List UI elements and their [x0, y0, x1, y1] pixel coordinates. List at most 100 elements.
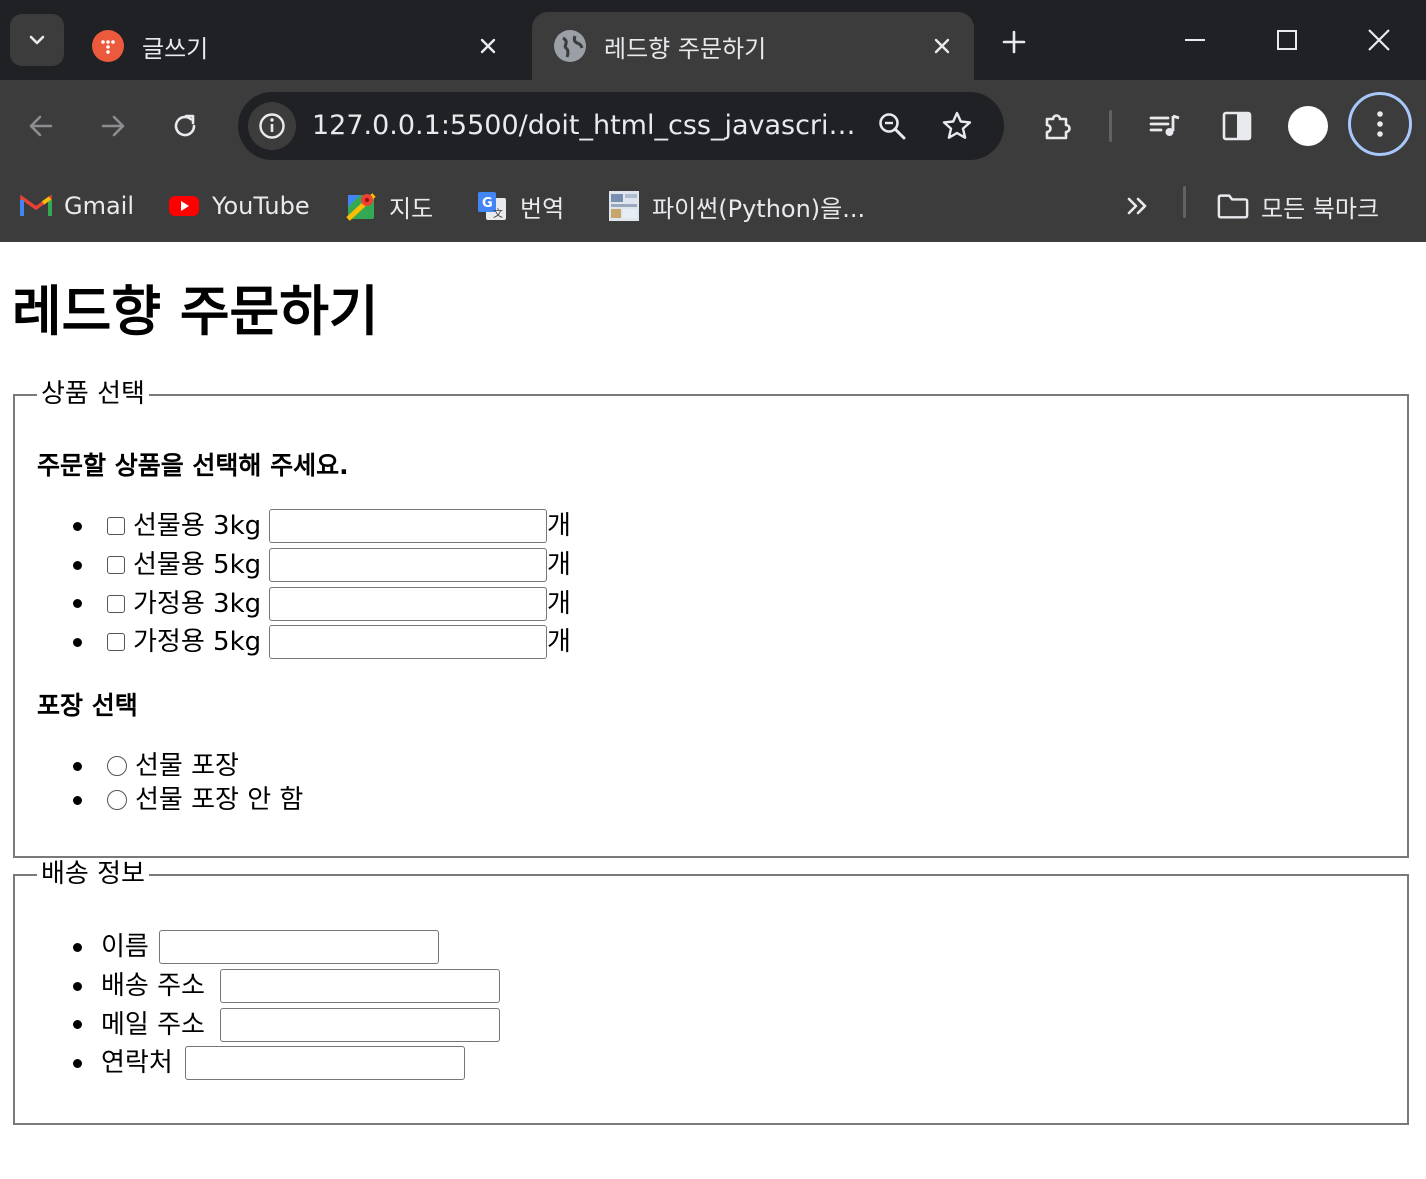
tab-strip: 글쓰기 레드향 주문하기 — [0, 0, 1426, 80]
site-info-button[interactable] — [248, 102, 296, 150]
field-label: 메일 주소 — [101, 1009, 205, 1040]
thumbnail-icon — [608, 190, 640, 222]
more-bookmarks-button[interactable] — [1124, 184, 1152, 228]
bookmark-youtube[interactable]: YouTube — [168, 184, 310, 228]
quantity-input[interactable] — [269, 625, 547, 660]
unit-label: 개 — [547, 511, 571, 542]
page-title: 레드향 주문하기 — [12, 280, 379, 343]
bullet — [73, 521, 82, 531]
chevron-down-icon — [29, 35, 45, 45]
toolbar: 127.0.0.1:5500/doit_html_css_javascript-… — [0, 80, 1426, 172]
close-icon — [1368, 29, 1390, 51]
svg-text:G: G — [482, 196, 493, 211]
packaging-label: 선물 포장 — [135, 751, 239, 781]
new-tab-button[interactable] — [992, 20, 1036, 64]
media-control-button[interactable] — [1141, 102, 1189, 150]
gmail-icon — [20, 190, 52, 222]
tistory-icon — [92, 30, 124, 62]
bullet — [73, 795, 82, 805]
quantity-input[interactable] — [269, 586, 547, 621]
product-prompt: 주문할 상품을 선택해 주세요. — [37, 451, 349, 480]
bullet — [73, 560, 82, 570]
zoom-button[interactable] — [870, 104, 914, 148]
bullet — [73, 599, 82, 609]
tab-title: 레드향 주문하기 — [604, 34, 767, 63]
bullet — [73, 1058, 82, 1068]
minimize-button[interactable] — [1160, 12, 1230, 68]
product-label: 선물용 5kg — [133, 550, 262, 581]
zoom-icon — [879, 113, 906, 140]
bookmarks-divider — [1183, 186, 1186, 218]
youtube-icon — [168, 190, 200, 222]
product-label: 가정용 3kg — [133, 588, 262, 619]
extensions-button[interactable] — [1034, 102, 1082, 150]
side-panel-button[interactable] — [1213, 102, 1261, 150]
profile-avatar[interactable] — [1288, 106, 1328, 146]
phone-input[interactable] — [185, 1046, 465, 1081]
close-tab-icon[interactable] — [468, 26, 508, 66]
bookmark-label: 모든 북마크 — [1261, 194, 1380, 223]
shipping-fieldset: 배송 정보 이름 배송 주소 메일 주소 연락처 — [13, 858, 1409, 1125]
plus-icon — [1002, 30, 1026, 54]
field-label: 연락처 — [101, 1048, 173, 1079]
forward-button[interactable] — [89, 102, 137, 150]
unit-label: 개 — [547, 588, 571, 619]
bookmark-gmail[interactable]: Gmail — [20, 184, 134, 228]
bullet — [73, 637, 82, 647]
bookmark-label: 파이썬(Python)을... — [652, 194, 866, 223]
more-vert-icon — [1377, 111, 1383, 137]
tab-write[interactable]: 글쓰기 — [70, 12, 520, 80]
packaging-title: 포장 선택 — [37, 691, 138, 720]
bullet — [73, 761, 82, 771]
product-checkbox[interactable] — [107, 633, 125, 652]
shipping-legend: 배송 정보 — [37, 858, 149, 890]
tab-redhyang-order[interactable]: 레드향 주문하기 — [532, 12, 974, 80]
name-input[interactable] — [159, 930, 439, 965]
back-button[interactable] — [17, 102, 65, 150]
unit-label: 개 — [547, 550, 571, 581]
address-bar[interactable]: 127.0.0.1:5500/doit_html_css_javascript-… — [238, 92, 1004, 160]
bullet — [73, 1020, 82, 1030]
maximize-button[interactable] — [1252, 12, 1322, 68]
quantity-input[interactable] — [269, 548, 547, 583]
tab-search-button[interactable] — [10, 14, 64, 66]
side-panel-icon — [1222, 111, 1252, 141]
field-label: 이름 — [101, 932, 149, 963]
info-icon — [259, 113, 285, 139]
folder-icon — [1217, 190, 1249, 222]
close-tab-icon[interactable] — [922, 26, 962, 66]
product-label: 선물용 3kg — [133, 511, 262, 542]
packaging-radio[interactable] — [107, 790, 127, 810]
product-checkbox[interactable] — [107, 594, 125, 613]
bookmark-label: 지도 — [389, 194, 434, 223]
puzzle-icon — [1045, 114, 1071, 140]
product-checkbox[interactable] — [107, 517, 125, 536]
bookmarks-bar: Gmail YouTube 지도 G文 번역 파이썬(Python)을... 모… — [0, 172, 1426, 242]
bookmark-label: Gmail — [64, 192, 135, 220]
address-input[interactable] — [220, 969, 500, 1004]
email-input[interactable] — [220, 1007, 500, 1042]
browser-menu-button[interactable] — [1348, 92, 1412, 156]
product-fieldset: 상품 선택 주문할 상품을 선택해 주세요. 선물용 3kg 개 선물용 5kg… — [13, 378, 1409, 858]
bookmark-translate[interactable]: G文 번역 — [476, 184, 564, 228]
tab-title: 글쓰기 — [142, 34, 209, 63]
packaging-radio[interactable] — [107, 756, 127, 776]
url-text[interactable]: 127.0.0.1:5500/doit_html_css_javascript-… — [312, 109, 872, 143]
bookmark-python[interactable]: 파이썬(Python)을... — [608, 184, 865, 228]
product-checkbox[interactable] — [107, 556, 125, 575]
quantity-input[interactable] — [269, 509, 547, 544]
music-queue-icon — [1149, 114, 1180, 136]
bookmark-star-button[interactable] — [935, 104, 979, 148]
close-window-button[interactable] — [1344, 12, 1414, 68]
bullet — [73, 981, 82, 991]
packaging-label: 선물 포장 안 함 — [135, 785, 304, 815]
globe-icon — [554, 30, 586, 62]
arrow-left-icon — [29, 115, 53, 137]
bookmark-label: 번역 — [520, 194, 565, 223]
arrow-right-icon — [101, 115, 125, 137]
all-bookmarks-button[interactable]: 모든 북마크 — [1217, 184, 1379, 228]
bookmark-maps[interactable]: 지도 — [345, 184, 433, 228]
maps-icon — [345, 190, 377, 222]
unit-label: 개 — [547, 627, 571, 658]
reload-button[interactable] — [161, 102, 209, 150]
